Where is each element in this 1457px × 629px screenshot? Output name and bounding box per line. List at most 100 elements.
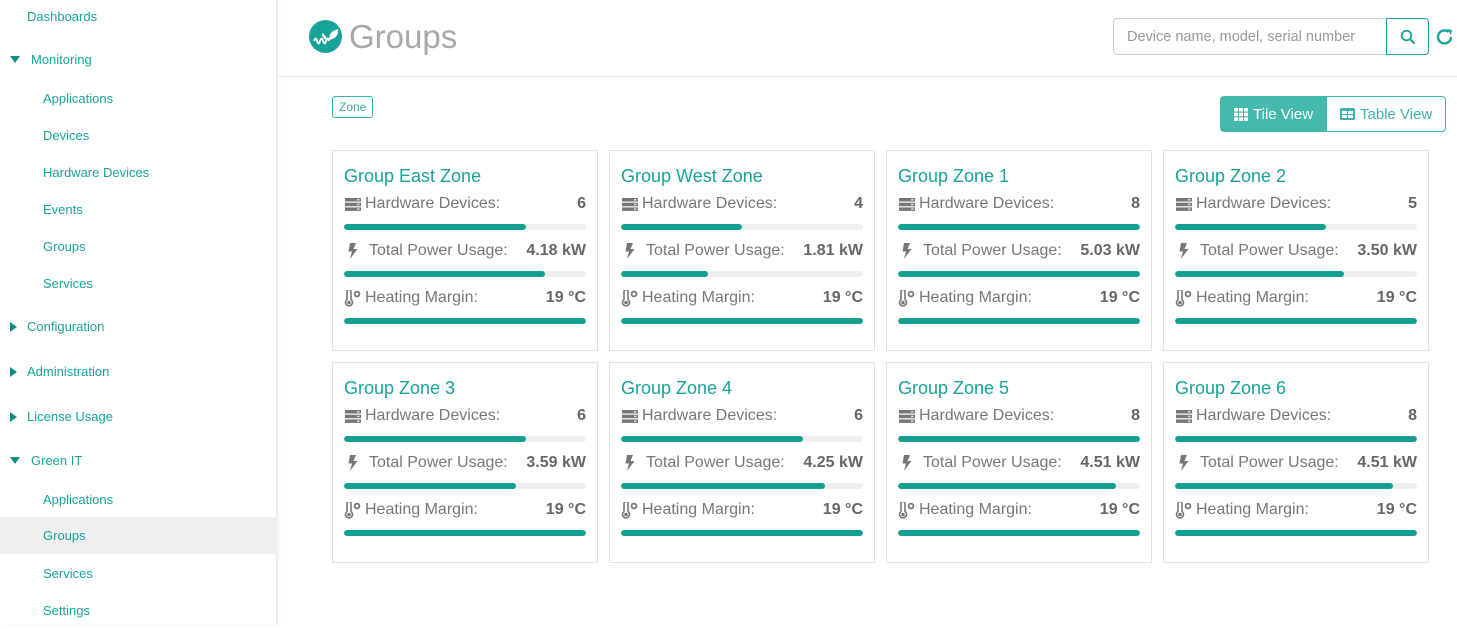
sidebar-section-green-it[interactable]: Green IT — [0, 442, 277, 479]
sidebar-item-green-it-services[interactable]: Services — [0, 555, 277, 592]
group-tile-title[interactable]: Group Zone 4 — [621, 376, 863, 400]
sidebar-item-label: Applications — [43, 91, 114, 106]
progress-bar-fill — [898, 271, 1140, 277]
metric-label: Heating Margin: — [1196, 501, 1309, 518]
metric-total-power-usage: Total Power Usage: 4.25 kW — [621, 452, 863, 499]
progress-bar-fill — [621, 224, 742, 230]
group-tile-title[interactable]: Group Zone 3 — [344, 376, 586, 400]
group-tile-title[interactable]: Group Zone 2 — [1175, 164, 1417, 188]
metric-label: Hardware Devices: — [919, 407, 1055, 424]
sidebar-item-label: Administration — [27, 364, 110, 379]
sidebar-item-label: Applications — [43, 492, 114, 507]
progress-bar-fill — [621, 530, 863, 536]
grid-icon — [1234, 107, 1248, 121]
progress-bar-fill — [344, 271, 545, 277]
zone-filter-tag[interactable]: Zone — [332, 96, 374, 118]
metric-value: 8 — [1131, 407, 1140, 424]
metric-heating-margin: Heating Margin: 19 °C — [344, 287, 586, 334]
sidebar-item-green-it-settings[interactable]: Settings — [0, 592, 277, 629]
progress-bar — [621, 318, 863, 324]
metric-label: Hardware Devices: — [365, 407, 501, 424]
bolt-icon — [1175, 243, 1193, 259]
metric-value: 19 °C — [822, 501, 863, 518]
table-view-label: Table View — [1360, 105, 1433, 123]
refresh-button[interactable] — [1434, 26, 1456, 48]
tile-view-button[interactable]: Tile View — [1220, 96, 1328, 132]
thermometer-icon — [344, 289, 362, 307]
server-icon — [898, 408, 916, 424]
sidebar-item-monitoring-services[interactable]: Services — [0, 265, 277, 302]
progress-bar — [1175, 483, 1417, 489]
progress-bar — [1175, 271, 1417, 277]
sidebar-section-monitoring[interactable]: Monitoring — [0, 41, 277, 78]
server-icon — [621, 196, 639, 212]
group-tile[interactable]: Group Zone 6 Hardware Devices: 8 Total P… — [1163, 362, 1429, 563]
metric-label: Total Power Usage: — [369, 242, 508, 259]
progress-bar — [621, 530, 863, 536]
metric-label: Heating Margin: — [919, 289, 1032, 306]
group-tile-title[interactable]: Group Zone 6 — [1175, 376, 1417, 400]
sidebar-item-monitoring-hardware-devices[interactable]: Hardware Devices — [0, 154, 277, 191]
metric-value: 19 °C — [1376, 501, 1417, 518]
progress-bar-fill — [898, 224, 1140, 230]
group-tile-title[interactable]: Group Zone 5 — [898, 376, 1140, 400]
progress-bar — [344, 530, 586, 536]
progress-bar — [898, 318, 1140, 324]
metric-value: 19 °C — [1099, 501, 1140, 518]
sidebar-item-label: Dashboards — [27, 9, 98, 24]
metric-total-power-usage: Total Power Usage: 4.51 kW — [1175, 452, 1417, 499]
metric-label: Hardware Devices: — [1196, 407, 1332, 424]
sidebar-item-label: Services — [43, 276, 93, 291]
group-tile-title[interactable]: Group West Zone — [621, 164, 863, 188]
sidebar-item-monitoring-groups[interactable]: Groups — [0, 228, 277, 265]
group-tile[interactable]: Group Zone 4 Hardware Devices: 6 Total P… — [609, 362, 875, 563]
metric-heating-margin: Heating Margin: 19 °C — [898, 499, 1140, 546]
group-tile[interactable]: Group Zone 5 Hardware Devices: 8 Total P… — [886, 362, 1152, 563]
progress-bar — [898, 483, 1140, 489]
search-input[interactable] — [1113, 18, 1387, 55]
metric-heating-margin: Heating Margin: 19 °C — [621, 287, 863, 334]
metric-label: Heating Margin: — [1196, 289, 1309, 306]
progress-bar-fill — [621, 483, 826, 489]
progress-bar-fill — [1175, 224, 1327, 230]
group-tile[interactable]: Group East Zone Hardware Devices: 6 Tota… — [332, 150, 598, 351]
sidebar-item-green-it-groups[interactable]: Groups — [0, 517, 277, 554]
sidebar-item-monitoring-devices[interactable]: Devices — [0, 117, 277, 154]
sidebar-item-green-it-applications[interactable]: Applications — [0, 481, 277, 518]
group-tile[interactable]: Group Zone 1 Hardware Devices: 8 Total P… — [886, 150, 1152, 351]
bolt-icon — [898, 243, 916, 259]
metric-value: 19 °C — [1376, 289, 1417, 306]
sidebar-section-administration[interactable]: Administration — [0, 353, 277, 390]
main-content: Groups Zone Tile View Table View Group E… — [278, 0, 1457, 625]
sidebar-item-monitoring-applications[interactable]: Applications — [0, 80, 277, 117]
page-title: Groups — [349, 18, 458, 55]
group-tile-title[interactable]: Group Zone 1 — [898, 164, 1140, 188]
search-button[interactable] — [1386, 18, 1429, 55]
group-tile[interactable]: Group Zone 3 Hardware Devices: 6 Total P… — [332, 362, 598, 563]
progress-bar — [1175, 224, 1417, 230]
metric-value: 19 °C — [1099, 289, 1140, 306]
metric-label: Hardware Devices: — [1196, 195, 1332, 212]
group-tile[interactable]: Group West Zone Hardware Devices: 4 Tota… — [609, 150, 875, 351]
progress-bar — [621, 224, 863, 230]
group-tile[interactable]: Group Zone 2 Hardware Devices: 5 Total P… — [1163, 150, 1429, 351]
thermometer-icon — [898, 501, 916, 519]
progress-bar — [1175, 530, 1417, 536]
sidebar-item-label: Green IT — [31, 453, 83, 468]
progress-bar-fill — [344, 483, 516, 489]
bolt-icon — [898, 455, 916, 471]
sidebar-section-license-usage[interactable]: License Usage — [0, 398, 277, 435]
metric-label: Total Power Usage: — [923, 242, 1062, 259]
bolt-icon — [621, 455, 639, 471]
group-tile-title[interactable]: Group East Zone — [344, 164, 586, 188]
metric-hardware-devices: Hardware Devices: 6 — [621, 405, 863, 452]
sidebar-item-monitoring-events[interactable]: Events — [0, 191, 277, 228]
sidebar-item-dashboards[interactable]: Dashboards — [0, 0, 277, 35]
sidebar-item-label: Services — [43, 566, 93, 581]
sidebar-section-configuration[interactable]: Configuration — [0, 308, 277, 345]
metric-label: Hardware Devices: — [642, 407, 778, 424]
table-icon — [1340, 108, 1356, 120]
metric-hardware-devices: Hardware Devices: 8 — [898, 405, 1140, 452]
metric-total-power-usage: Total Power Usage: 4.51 kW — [898, 452, 1140, 499]
table-view-button[interactable]: Table View — [1327, 96, 1447, 132]
